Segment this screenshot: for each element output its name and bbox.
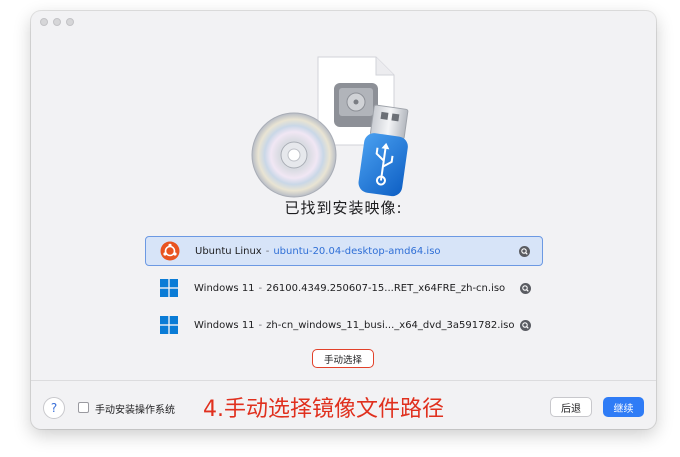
install-image-list: Ubuntu Linux - ubuntu-20.04-desktop-amd6…	[145, 236, 543, 347]
traffic-lights	[40, 18, 74, 26]
cd-disc-icon	[251, 112, 337, 198]
reveal-in-finder-icon[interactable]	[520, 283, 531, 294]
os-name: Windows 11	[194, 282, 255, 294]
close-window-button[interactable]	[40, 18, 48, 26]
os-name: Windows 11	[194, 319, 255, 331]
windows-icon	[159, 278, 179, 298]
manual-install-label[interactable]: 手动安装操作系统	[95, 401, 175, 416]
minimize-window-button[interactable]	[53, 18, 61, 26]
footer-divider	[31, 380, 656, 381]
continue-button[interactable]: 继续	[603, 397, 644, 417]
list-item[interactable]: Ubuntu Linux - ubuntu-20.04-desktop-amd6…	[145, 236, 543, 266]
found-images-heading: 已找到安装映像:	[284, 199, 403, 217]
list-item[interactable]: Windows 11 - 26100.4349.250607-15...RET_…	[145, 273, 543, 303]
installer-window: 已找到安装映像: Ubuntu Linux - ubuntu-20.04-des…	[31, 11, 656, 429]
zoom-window-button[interactable]	[66, 18, 74, 26]
step-annotation: 4.手动选择镜像文件路径	[203, 397, 444, 422]
separator: -	[265, 245, 270, 257]
manual-select-button[interactable]: 手动选择	[312, 349, 374, 368]
os-name: Ubuntu Linux	[195, 245, 262, 257]
separator: -	[258, 319, 263, 331]
help-button[interactable]: ?	[43, 397, 65, 419]
iso-filename: ubuntu-20.04-desktop-amd64.iso	[273, 245, 441, 257]
install-media-illustration	[251, 56, 409, 198]
back-button[interactable]: 后退	[550, 397, 592, 417]
iso-filename: zh-cn_windows_11_busi..._x64_dvd_3a59178…	[266, 319, 515, 331]
windows-icon	[159, 315, 179, 335]
iso-filename: 26100.4349.250607-15...RET_x64FRE_zh-cn.…	[266, 282, 506, 294]
reveal-in-finder-icon[interactable]	[519, 246, 530, 257]
separator: -	[258, 282, 263, 294]
reveal-in-finder-icon[interactable]	[520, 320, 531, 331]
manual-install-checkbox[interactable]	[78, 402, 89, 413]
list-item[interactable]: Windows 11 - zh-cn_windows_11_busi..._x6…	[145, 310, 543, 340]
ubuntu-icon	[160, 241, 180, 261]
